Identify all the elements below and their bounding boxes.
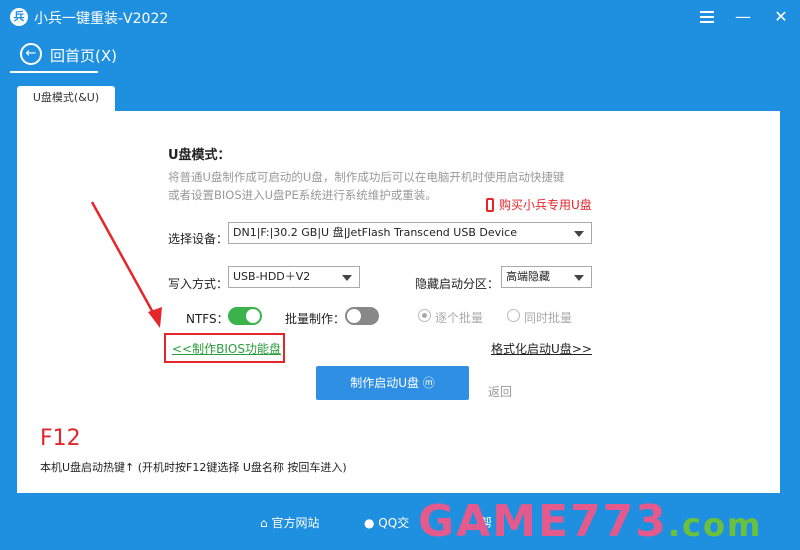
home-site-label: 官方网站 [271,516,320,530]
watermark-main: GAME773 [418,496,668,547]
footer-home-site[interactable]: ⌂ 官方网站 [260,514,319,531]
qq-label: QQ交 [378,516,410,530]
watermark-suffix: .com [667,506,763,544]
annotation-arrow-icon [90,201,162,328]
qq-icon: ● [364,516,379,530]
watermark-logo: GAME773.com [418,496,762,547]
footer-qq[interactable]: ● QQ交 [364,514,409,531]
home-icon: ⌂ [260,516,272,530]
